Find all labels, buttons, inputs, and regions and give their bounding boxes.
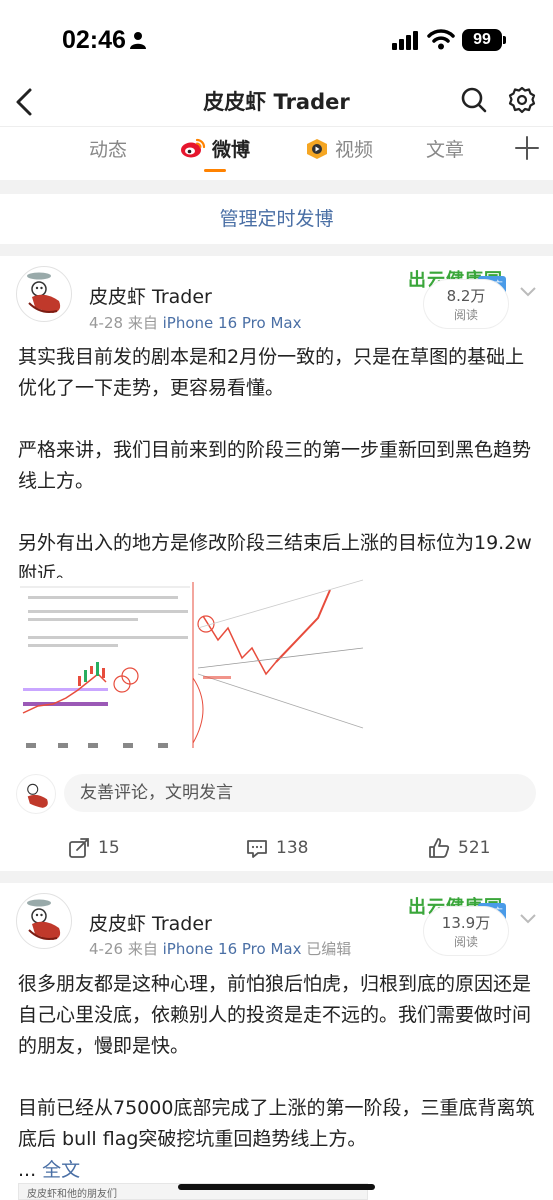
avatar-image [27, 272, 61, 313]
repost-count: 15 [98, 838, 120, 858]
like-button[interactable]: 521 [428, 833, 498, 863]
battery-indicator: 99 [462, 29, 502, 51]
avatar [16, 774, 56, 814]
manage-scheduled-posts-link[interactable]: 管理定时发博 [0, 194, 553, 244]
status-time: 02:46 [62, 26, 126, 54]
thumbs-up-icon [429, 838, 450, 858]
search-icon[interactable] [460, 86, 488, 114]
like-count: 521 [458, 838, 491, 858]
read-count-value: 13.9万 [441, 914, 491, 932]
post-card: 皮皮虾 Trader 4-28 来自 iPhone 16 Pro Max 出云健… [0, 256, 553, 871]
status-bar: 02:46 99 [0, 0, 553, 78]
post-device: iPhone 16 Pro Max [162, 314, 302, 332]
post-paragraph: 目前已经从75000底部完成了上涨的第一阶段，三重底背离筑底后 bull fla… [18, 1097, 535, 1150]
read-more-link[interactable]: 全文 [42, 1159, 80, 1181]
repost-icon [69, 838, 89, 858]
video-icon [307, 139, 327, 159]
post-image[interactable] [18, 578, 368, 758]
weibo-logo-icon [181, 138, 206, 158]
read-more-ellipsis: ... [18, 1159, 37, 1181]
comment-button[interactable]: 138 [246, 833, 316, 863]
avatar[interactable] [16, 893, 72, 949]
comment-input[interactable]: 友善评论，文明发言 [64, 774, 536, 812]
post-body: 其实我目前发的剧本是和2月份一致的，只是在草图的基础上优化了一下走势，更容易看懂… [18, 342, 538, 590]
gear-icon[interactable] [508, 86, 536, 114]
home-indicator [178, 1184, 375, 1190]
post-edited-label: 已编辑 [306, 940, 352, 958]
chevron-down-icon[interactable] [518, 284, 538, 298]
comment-row: 友善评论，文明发言 [0, 774, 553, 814]
cellular-signal-icon [392, 31, 418, 50]
post-source-prefix: 来自 [127, 940, 158, 958]
read-count-label: 阅读 [453, 308, 478, 322]
tab-dynamic[interactable]: 动态 [89, 135, 127, 162]
battery-tip [503, 36, 506, 44]
profile-tabs: 动态 微博 视频 文章 [0, 126, 553, 174]
section-divider [0, 871, 553, 883]
post-paragraph: 其实我目前发的剧本是和2月份一致的，只是在草图的基础上优化了一下走势，更容易看懂… [18, 346, 525, 399]
post-author[interactable]: 皮皮虾 Trader [89, 909, 212, 936]
post-date: 4-28 [89, 314, 124, 332]
section-divider [0, 180, 553, 194]
person-icon [130, 32, 146, 49]
post-author[interactable]: 皮皮虾 Trader [89, 282, 212, 309]
avatar[interactable] [16, 266, 72, 322]
avatar-image [27, 783, 48, 808]
post-card: 皮皮虾 Trader 4-26 来自 iPhone 16 Pro Max 已编辑… [0, 883, 553, 1200]
comment-count: 138 [276, 838, 309, 858]
read-more: ... 全文 [18, 1155, 538, 1186]
image-caption: 皮皮虾和他的朋友们 [27, 1189, 117, 1200]
repost-button[interactable]: 15 [68, 833, 128, 863]
read-count: 13.9万 阅读 [424, 907, 508, 955]
nav-bar: 皮皮虾 Trader [0, 78, 553, 126]
read-count: 8.2万 阅读 [424, 280, 508, 328]
avatar-image [27, 899, 61, 940]
active-tab-indicator [204, 169, 226, 172]
read-count-label: 阅读 [453, 935, 478, 949]
post-paragraph: 严格来讲，我们目前来到的阶段三的第一步重新回到黑色趋势线上方。 [18, 439, 532, 492]
read-count-value: 8.2万 [446, 287, 486, 305]
plus-icon[interactable] [514, 135, 540, 161]
post-device: iPhone 16 Pro Max [162, 940, 302, 958]
wifi-icon [427, 29, 455, 50]
section-divider [0, 244, 553, 256]
post-source-prefix: 来自 [127, 314, 158, 332]
comment-icon [247, 840, 267, 858]
tab-weibo[interactable]: 微博 [212, 135, 250, 162]
post-date: 4-26 [89, 940, 124, 958]
action-row: 15 138 521 [0, 833, 553, 863]
post-body: 很多朋友都是这种心理，前怕狼后怕虎，归根到底的原因还是自己心里没底，依赖别人的投… [18, 969, 538, 1186]
tab-articles[interactable]: 文章 [426, 135, 464, 162]
post-paragraph: 很多朋友都是这种心理，前怕狼后怕虎，归根到底的原因还是自己心里没底，依赖别人的投… [18, 973, 532, 1057]
post-meta: 4-26 来自 iPhone 16 Pro Max 已编辑 [89, 938, 351, 959]
tab-video[interactable]: 视频 [335, 135, 373, 162]
chevron-down-icon[interactable] [518, 911, 538, 925]
post-meta: 4-28 来自 iPhone 16 Pro Max [89, 312, 301, 333]
